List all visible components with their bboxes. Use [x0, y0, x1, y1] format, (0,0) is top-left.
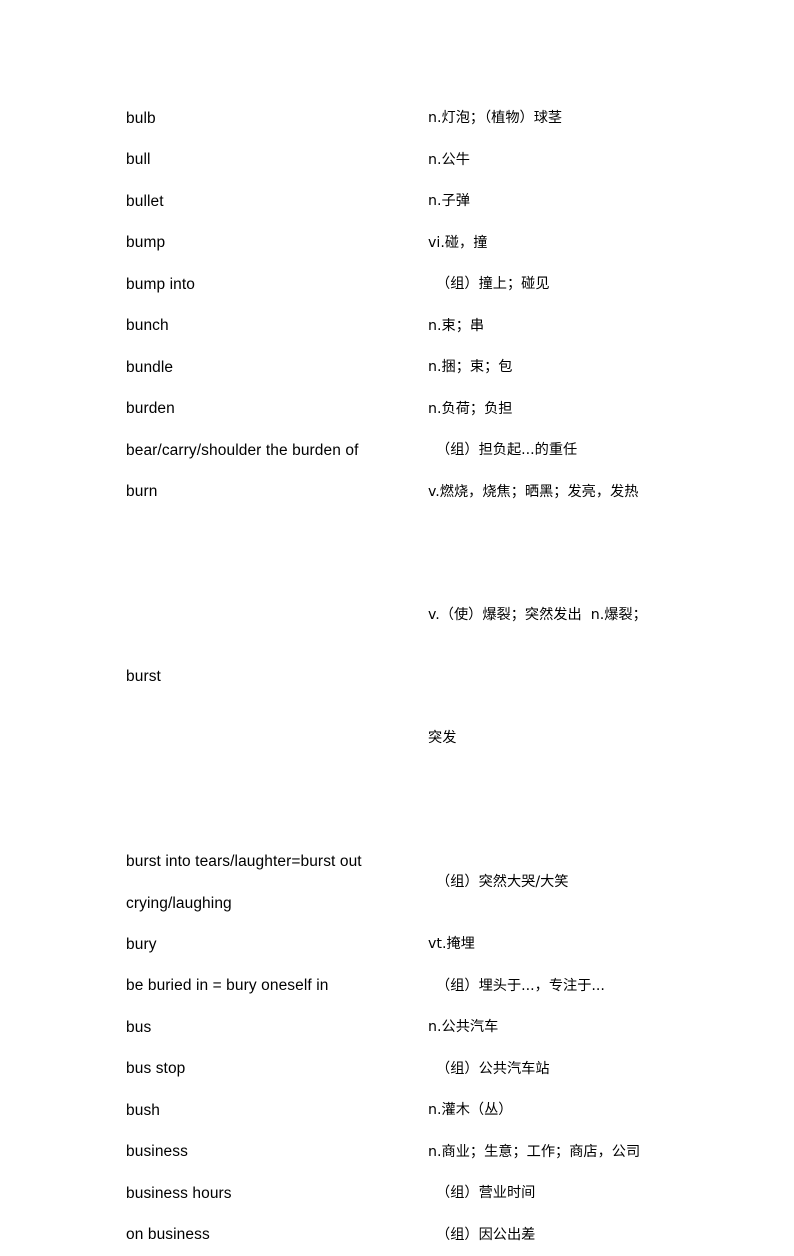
term-bull: bull [126, 140, 428, 182]
vocabulary-row: bullet n.子弹 [126, 181, 754, 223]
term-bus: bus [126, 1007, 428, 1049]
term-burst: burst [126, 513, 428, 841]
definition-burst: v.（使）爆裂；突然发出 n.爆裂； 突发 [428, 513, 754, 841]
vocabulary-row: bus n.公共汽车 [126, 1007, 754, 1049]
vocabulary-row: bury vt.掩埋 [126, 924, 754, 966]
definition-bundle: n.捆；束；包 [428, 347, 754, 389]
definition-bulb: n.灯泡；（植物）球茎 [428, 98, 754, 140]
term-burn: burn [126, 472, 428, 514]
vocabulary-row: bump into （组）撞上；碰见 [126, 264, 754, 306]
term-be-buried-in: be buried in = bury oneself in [126, 966, 428, 1008]
definition-burn: v.燃烧，烧焦；晒黑；发亮，发热 [428, 472, 754, 514]
definition-burden: n.负荷；负担 [428, 389, 754, 431]
term-bump: bump [126, 223, 428, 265]
definition-bus-stop: （组）公共汽车站 [428, 1049, 754, 1091]
definition-burst-line-2: 突发 [428, 718, 754, 759]
definition-bump-into: （组）撞上；碰见 [428, 264, 754, 306]
vocabulary-row: bear/carry/shoulder the burden of （组）担负起… [126, 430, 754, 472]
term-bulb: bulb [126, 98, 428, 140]
vocabulary-row: bunch n.束；串 [126, 306, 754, 348]
definition-bush: n.灌木（丛） [428, 1090, 754, 1132]
vocabulary-row: on business （组）因公出差 [126, 1215, 754, 1256]
vocabulary-table: bulb n.灯泡；（植物）球茎 bull n.公牛 bullet n.子弹 b… [126, 98, 754, 1256]
term-bump-into: bump into [126, 264, 428, 306]
term-bear-carry-shoulder-the-burden-of: bear/carry/shoulder the burden of [126, 430, 428, 472]
vocabulary-row: burst into tears/laughter=burst out cryi… [126, 841, 754, 924]
vocabulary-row: burn v.燃烧，烧焦；晒黑；发亮，发热 [126, 472, 754, 514]
vocabulary-row: business hours （组）营业时间 [126, 1173, 754, 1215]
term-bury: bury [126, 924, 428, 966]
term-business: business [126, 1132, 428, 1174]
term-bus-stop: bus stop [126, 1049, 428, 1091]
definition-bump: vi.碰，撞 [428, 223, 754, 265]
term-burden: burden [126, 389, 428, 431]
term-bundle: bundle [126, 347, 428, 389]
term-bunch: bunch [126, 306, 428, 348]
vocabulary-row: bull n.公牛 [126, 140, 754, 182]
term-burst-into-tears-laughter: burst into tears/laughter=burst out cryi… [126, 841, 428, 924]
term-business-hours: business hours [126, 1173, 428, 1215]
definition-bus: n.公共汽车 [428, 1007, 754, 1049]
definition-bunch: n.束；串 [428, 306, 754, 348]
definition-be-buried-in: （组）埋头于...，专注于... [428, 966, 754, 1008]
term-bullet: bullet [126, 181, 428, 223]
definition-bear-carry-shoulder-the-burden-of: （组）担负起...的重任 [428, 430, 754, 472]
vocabulary-row: bulb n.灯泡；（植物）球茎 [126, 98, 754, 140]
vocabulary-row: be buried in = bury oneself in （组）埋头于...… [126, 966, 754, 1008]
vocabulary-row: bundle n.捆；束；包 [126, 347, 754, 389]
term-bush: bush [126, 1090, 428, 1132]
definition-on-business: （组）因公出差 [428, 1215, 754, 1256]
vocabulary-table-body: bulb n.灯泡；（植物）球茎 bull n.公牛 bullet n.子弹 b… [126, 98, 754, 1256]
vocabulary-row: bump vi.碰，撞 [126, 223, 754, 265]
definition-business-hours: （组）营业时间 [428, 1173, 754, 1215]
vocabulary-row: business n.商业；生意；工作；商店，公司 [126, 1132, 754, 1174]
vocabulary-row: bush n.灌木（丛） [126, 1090, 754, 1132]
term-on-business: on business [126, 1215, 428, 1256]
definition-business: n.商业；生意；工作；商店，公司 [428, 1132, 754, 1174]
definition-burst-into-tears-laughter: （组）突然大哭/大笑 [428, 841, 754, 924]
term-burst-into-tears-laughter-line-2: crying/laughing [126, 892, 428, 916]
definition-burst-line-1: v.（使）爆裂；突然发出 n.爆裂； [428, 595, 754, 636]
definition-bury: vt.掩埋 [428, 924, 754, 966]
vocabulary-row: burst v.（使）爆裂；突然发出 n.爆裂； 突发 [126, 513, 754, 841]
vocabulary-row: burden n.负荷；负担 [126, 389, 754, 431]
definition-bull: n.公牛 [428, 140, 754, 182]
document-page: bulb n.灯泡；（植物）球茎 bull n.公牛 bullet n.子弹 b… [0, 0, 794, 1123]
vocabulary-row: bus stop （组）公共汽车站 [126, 1049, 754, 1091]
term-burst-into-tears-laughter-line-1: burst into tears/laughter=burst out [126, 850, 428, 874]
definition-bullet: n.子弹 [428, 181, 754, 223]
